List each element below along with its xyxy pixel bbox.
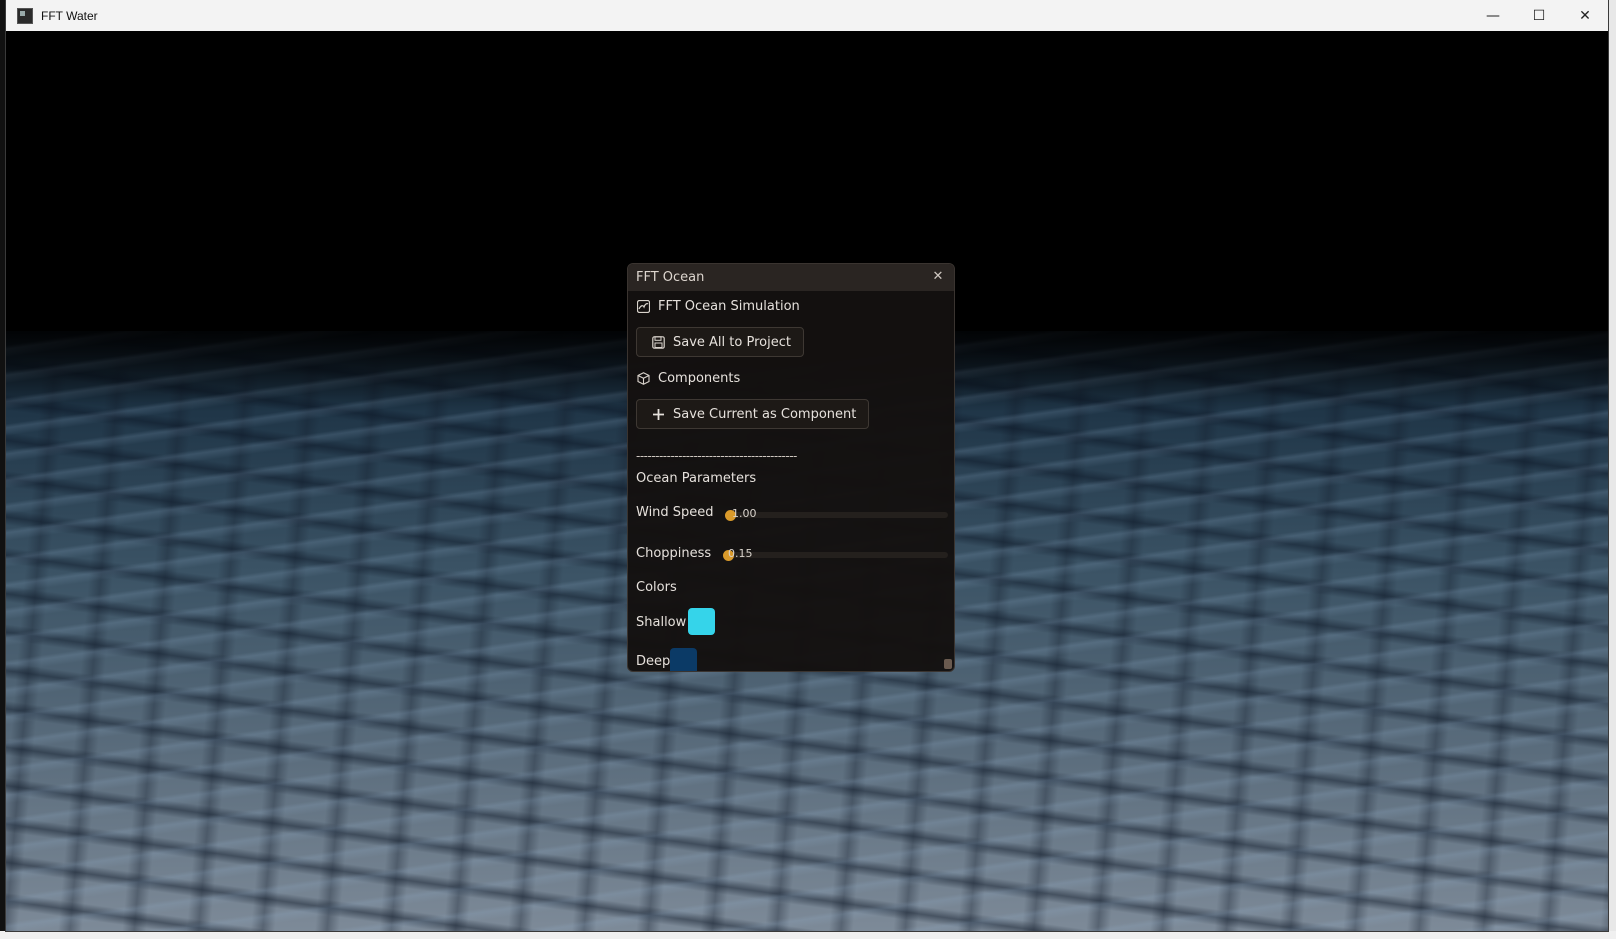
plus-icon [651, 407, 665, 421]
close-button[interactable]: ✕ [1562, 0, 1608, 31]
panel-close-icon[interactable]: ✕ [930, 268, 946, 284]
close-icon: ✕ [1579, 7, 1591, 24]
window-title: FFT Water [41, 8, 98, 23]
desktop-right-edge [1608, 0, 1616, 939]
simulation-header-label: FFT Ocean Simulation [658, 299, 800, 314]
maximize-icon: ☐ [1532, 7, 1546, 24]
panel-header[interactable]: FFT Ocean ✕ [628, 264, 954, 291]
wind-speed-label: Wind Speed [636, 505, 714, 520]
maximize-button[interactable]: ☐ [1516, 0, 1562, 31]
components-header: Components [636, 371, 740, 386]
panel-title: FFT Ocean [636, 270, 705, 285]
ocean-wave-icon [636, 300, 650, 314]
choppiness-row: Choppiness [636, 546, 711, 561]
components-header-label: Components [658, 371, 741, 386]
window-controls: — ☐ ✕ [1470, 0, 1608, 31]
deep-color-swatch[interactable] [670, 648, 697, 671]
minimize-icon: — [1486, 7, 1500, 24]
panel-scrollbar[interactable] [944, 659, 952, 669]
wind-speed-slider[interactable] [725, 509, 948, 521]
desktop-bottom-edge [0, 931, 1616, 939]
choppiness-value: 0.15 [728, 547, 753, 560]
shallow-label: Shallow [636, 615, 687, 630]
wind-speed-row: Wind Speed [636, 505, 714, 520]
save-component-button[interactable]: Save Current as Component [636, 399, 870, 429]
deep-row: Deep [636, 654, 670, 669]
save-all-label: Save All to Project [673, 334, 791, 350]
title-bar[interactable]: FFT Water — ☐ ✕ [6, 0, 1608, 32]
cube-icon [636, 372, 650, 386]
save-component-label: Save Current as Component [673, 406, 857, 422]
floppy-disk-icon [651, 335, 665, 349]
choppiness-slider[interactable] [723, 549, 948, 561]
choppiness-label: Choppiness [636, 546, 712, 561]
deep-label: Deep [636, 654, 671, 669]
ocean-params-header: Ocean Parameters [636, 471, 756, 486]
minimize-button[interactable]: — [1470, 0, 1516, 31]
wind-speed-value: 1.00 [732, 507, 757, 520]
simulation-header: FFT Ocean Simulation [636, 299, 800, 314]
shallow-row: Shallow [636, 615, 686, 630]
colors-header-label: Colors [636, 580, 677, 595]
save-all-button[interactable]: Save All to Project [636, 327, 804, 357]
shallow-color-swatch[interactable] [688, 608, 715, 635]
ocean-params-label: Ocean Parameters [636, 471, 757, 486]
colors-header: Colors [636, 580, 677, 595]
app-window-icon [17, 7, 33, 24]
separator: ----------------------------------------… [636, 449, 797, 463]
fft-ocean-panel[interactable]: FFT Ocean ✕ FFT Ocean Simulation Save Al… [627, 263, 955, 672]
